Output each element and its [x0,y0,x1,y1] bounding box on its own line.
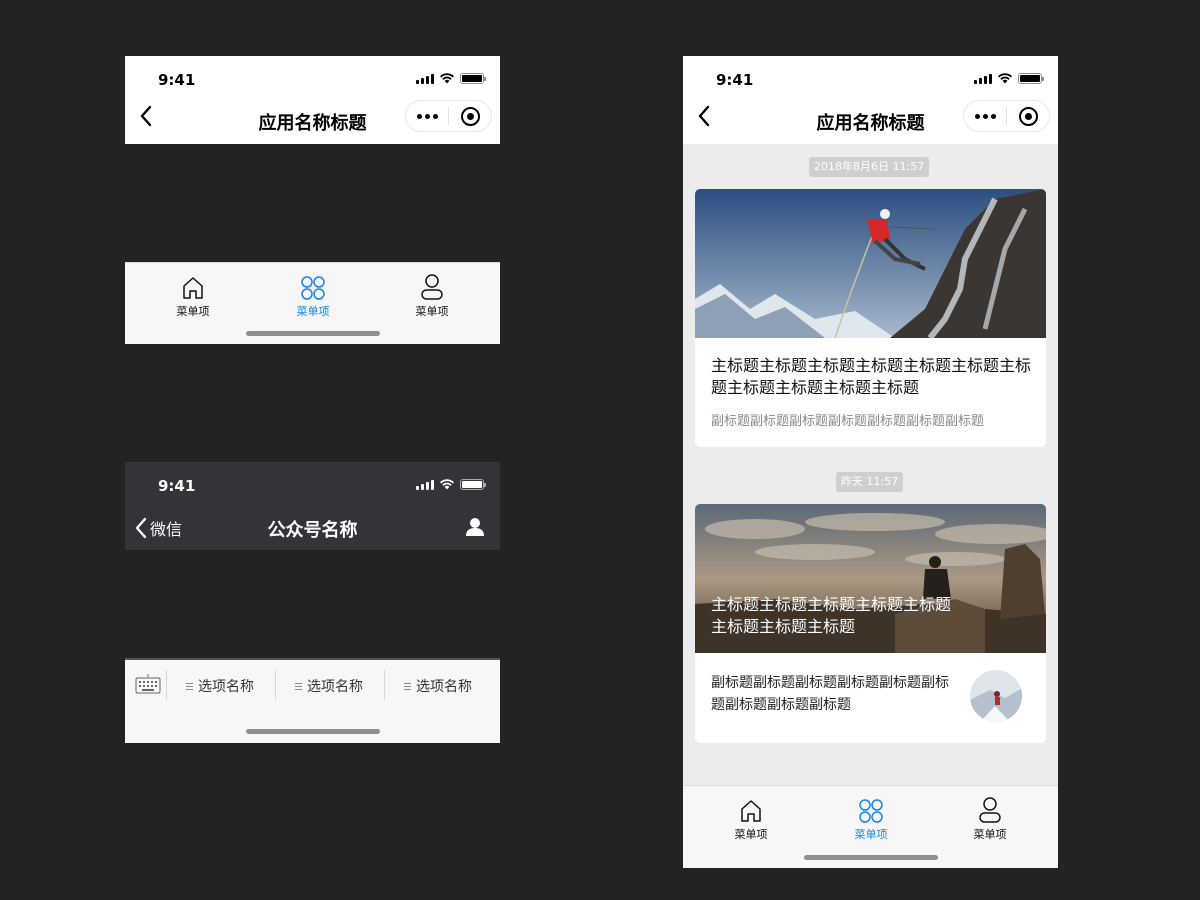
menu-lines-icon [404,682,411,690]
home-indicator [246,331,380,336]
status-time: 9:41 [158,477,196,495]
capsule-menu [963,100,1050,132]
tab-label: 菜单项 [973,828,1007,841]
user-icon [421,274,443,300]
tab-label: 菜单项 [415,305,449,318]
target-icon [1018,106,1038,126]
message-feed: 2018年8月6日 11:57 主标题主标题主标题主标题主标题主标题主标题主标题… [683,144,1058,785]
card-overlay-title: 主标题主标题主标题主标题主标题主标题主标题主标题 [711,595,952,636]
profile-icon[interactable] [465,517,485,537]
close-miniprogram-button[interactable] [1007,101,1049,131]
signal-icon [416,73,434,84]
menu-divider [275,670,276,700]
more-button[interactable] [964,101,1006,131]
miniprogram-nav-header: 9:41 应用名称标题 [683,56,1058,144]
tab-label: 菜单项 [176,305,210,318]
home-icon [183,277,203,299]
wifi-icon [440,479,454,490]
more-dots-icon [974,113,996,119]
account-title: 公众号名称 [267,520,358,541]
tab-label: 菜单项 [734,828,768,841]
status-time: 9:41 [158,71,196,89]
capsule-menu [405,100,492,132]
article-card-2[interactable]: 主标题主标题主标题主标题主标题主标题主标题主标题 副标题副标题副标题副标题副标题… [695,504,1046,743]
home-icon [741,800,761,822]
more-dots-icon [416,113,438,119]
wifi-icon [440,73,454,84]
menu-item-label: 选项名称 [416,679,472,695]
signal-icon [974,73,992,84]
battery-icon [460,73,486,84]
tab-bar: 菜单项 菜单项 菜单项 [683,785,1058,868]
menu-lines-icon [295,682,302,690]
battery-icon [1018,73,1044,84]
status-icons [416,479,486,490]
timestamp-badge: 昨天 11:57 [836,472,904,492]
more-button[interactable] [406,101,448,131]
tab-home[interactable]: 菜单项 [721,798,781,842]
battery-icon [460,479,486,490]
menu-divider [384,670,385,700]
target-icon [460,106,480,126]
keyboard-icon[interactable] [135,673,161,695]
tab-clover[interactable]: 菜单项 [841,798,901,842]
tab-user[interactable]: 菜单项 [402,273,462,319]
tab-user[interactable]: 菜单项 [960,796,1020,842]
account-menu-bar: 选项名称 选项名称 选项名称 [125,658,500,743]
menu-lines-icon [186,682,193,690]
official-account-header: 9:41 微信 公众号名称 [125,462,500,550]
menu-divider [166,670,167,700]
tab-clover[interactable]: 菜单项 [283,275,343,319]
article-card-1[interactable]: 主标题主标题主标题主标题主标题主标题主标题主标题主标题主标题主标题 副标题副标题… [695,189,1046,447]
home-indicator [804,855,938,860]
user-icon [979,797,1001,823]
menu-item-label: 选项名称 [307,679,363,695]
clover-icon [859,799,883,823]
signal-icon [416,479,434,490]
timestamp-badge: 2018年8月6日 11:57 [809,157,930,177]
card-thumbnail [970,670,1022,722]
card-subtitle: 副标题副标题副标题副标题副标题副标题副标题 [711,414,985,429]
menu-item-2[interactable]: 选项名称 [295,676,363,696]
home-indicator [246,729,380,734]
tab-home[interactable]: 菜单项 [163,275,223,319]
status-icons [974,73,1044,84]
tab-bar: 菜单项 菜单项 菜单项 [125,262,500,344]
tab-label: 菜单项 [296,305,330,318]
card-subtitle: 副标题副标题副标题副标题副标题副标题副标题副标题副标题 [711,675,949,713]
menu-item-label: 选项名称 [198,679,254,695]
climber-cover-image [695,189,1046,338]
phone-screen: 9:41 应用名称标题 2018年8月6日 11:57 主标题主标题主标题主标题… [683,56,1058,868]
status-icons [416,73,486,84]
card-title: 主标题主标题主标题主标题主标题主标题主标题主标题主标题主标题主标题 [711,356,1032,397]
status-time: 9:41 [716,71,754,89]
menu-item-1[interactable]: 选项名称 [186,676,254,696]
tab-label: 菜单项 [854,828,888,841]
menu-item-3[interactable]: 选项名称 [404,676,472,696]
wifi-icon [998,73,1012,84]
climber-thumbnail-image [970,670,1022,722]
miniprogram-nav-header: 9:41 应用名称标题 [125,56,500,144]
close-miniprogram-button[interactable] [449,101,491,131]
clover-icon [301,276,325,300]
